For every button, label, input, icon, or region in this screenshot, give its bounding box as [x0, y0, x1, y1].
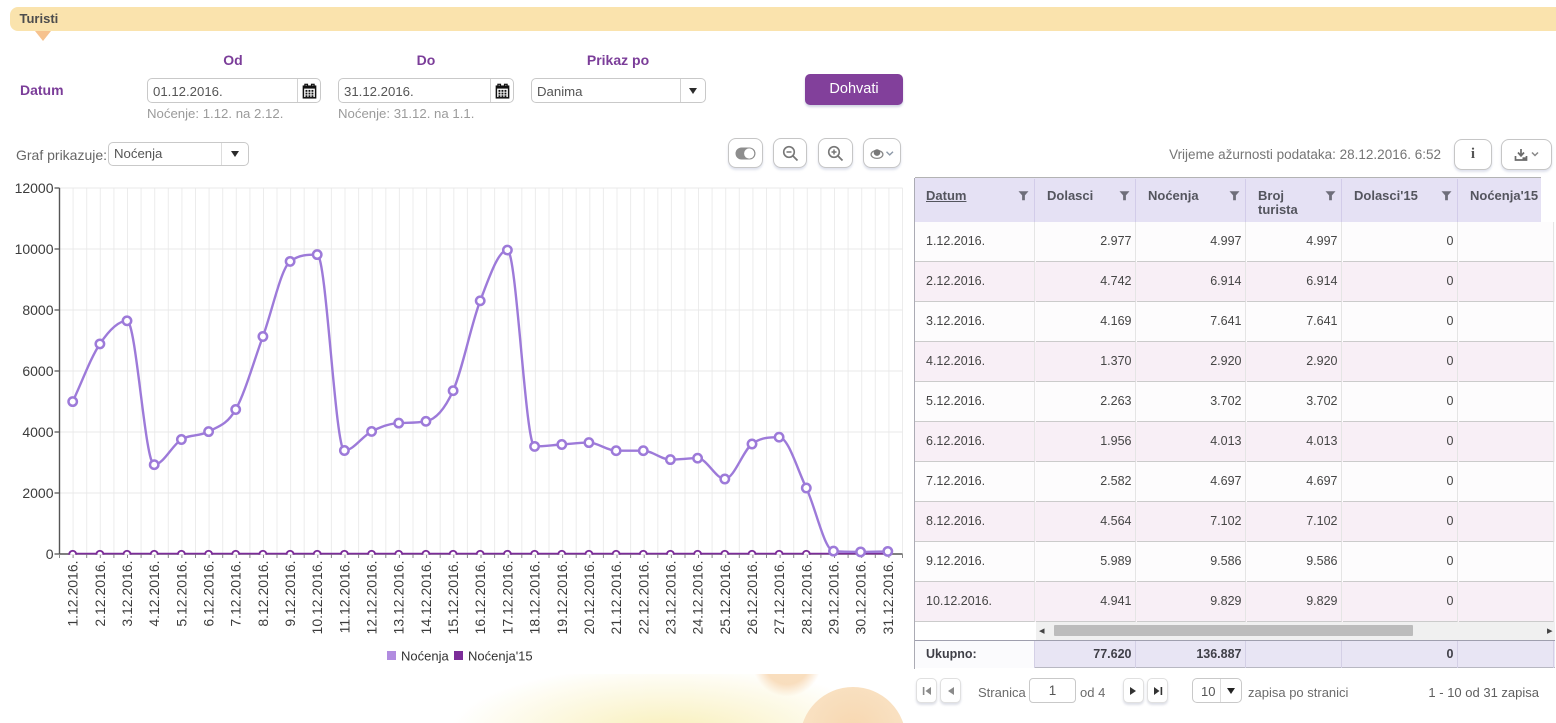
svg-text:7.12.2016.: 7.12.2016. — [228, 561, 244, 627]
svg-text:19.12.2016.: 19.12.2016. — [554, 561, 570, 635]
svg-text:15.12.2016.: 15.12.2016. — [445, 561, 461, 635]
svg-text:13.12.2016.: 13.12.2016. — [391, 561, 407, 635]
svg-text:12.12.2016.: 12.12.2016. — [364, 561, 380, 635]
svg-text:26.12.2016.: 26.12.2016. — [744, 561, 760, 635]
svg-text:Noćenja'15: Noćenja'15 — [468, 649, 533, 664]
svg-text:11.12.2016.: 11.12.2016. — [336, 561, 352, 634]
svg-text:28.12.2016.: 28.12.2016. — [798, 561, 814, 635]
svg-text:16.12.2016.: 16.12.2016. — [472, 561, 488, 635]
svg-text:18.12.2016.: 18.12.2016. — [527, 561, 543, 635]
svg-text:22.12.2016.: 22.12.2016. — [635, 561, 651, 635]
svg-text:8.12.2016.: 8.12.2016. — [255, 561, 271, 627]
svg-text:10000: 10000 — [15, 241, 54, 257]
svg-text:24.12.2016.: 24.12.2016. — [690, 561, 706, 635]
svg-text:29.12.2016.: 29.12.2016. — [826, 561, 842, 635]
svg-text:25.12.2016.: 25.12.2016. — [717, 561, 733, 635]
svg-text:27.12.2016.: 27.12.2016. — [771, 561, 787, 635]
svg-text:21.12.2016.: 21.12.2016. — [608, 561, 624, 635]
svg-text:2.12.2016.: 2.12.2016. — [92, 561, 108, 627]
svg-text:4000: 4000 — [22, 424, 53, 440]
svg-text:6000: 6000 — [22, 363, 53, 379]
svg-text:9.12.2016.: 9.12.2016. — [282, 561, 298, 627]
svg-text:0: 0 — [46, 546, 54, 562]
svg-text:1.12.2016.: 1.12.2016. — [65, 561, 81, 627]
svg-text:Noćenja: Noćenja — [401, 649, 449, 664]
svg-text:17.12.2016.: 17.12.2016. — [499, 561, 515, 635]
svg-text:5.12.2016.: 5.12.2016. — [173, 561, 189, 627]
svg-text:3.12.2016.: 3.12.2016. — [119, 561, 135, 627]
svg-text:4.12.2016.: 4.12.2016. — [146, 561, 162, 627]
svg-text:30.12.2016.: 30.12.2016. — [853, 561, 869, 635]
svg-text:14.12.2016.: 14.12.2016. — [418, 561, 434, 635]
svg-text:23.12.2016.: 23.12.2016. — [662, 561, 678, 635]
svg-text:6.12.2016.: 6.12.2016. — [201, 561, 217, 627]
svg-text:12000: 12000 — [15, 180, 54, 196]
svg-text:20.12.2016.: 20.12.2016. — [581, 561, 597, 635]
svg-text:31.12.2016.: 31.12.2016. — [880, 561, 896, 635]
svg-text:10.12.2016.: 10.12.2016. — [309, 561, 325, 635]
svg-text:2000: 2000 — [22, 485, 53, 501]
svg-text:8000: 8000 — [22, 302, 53, 318]
